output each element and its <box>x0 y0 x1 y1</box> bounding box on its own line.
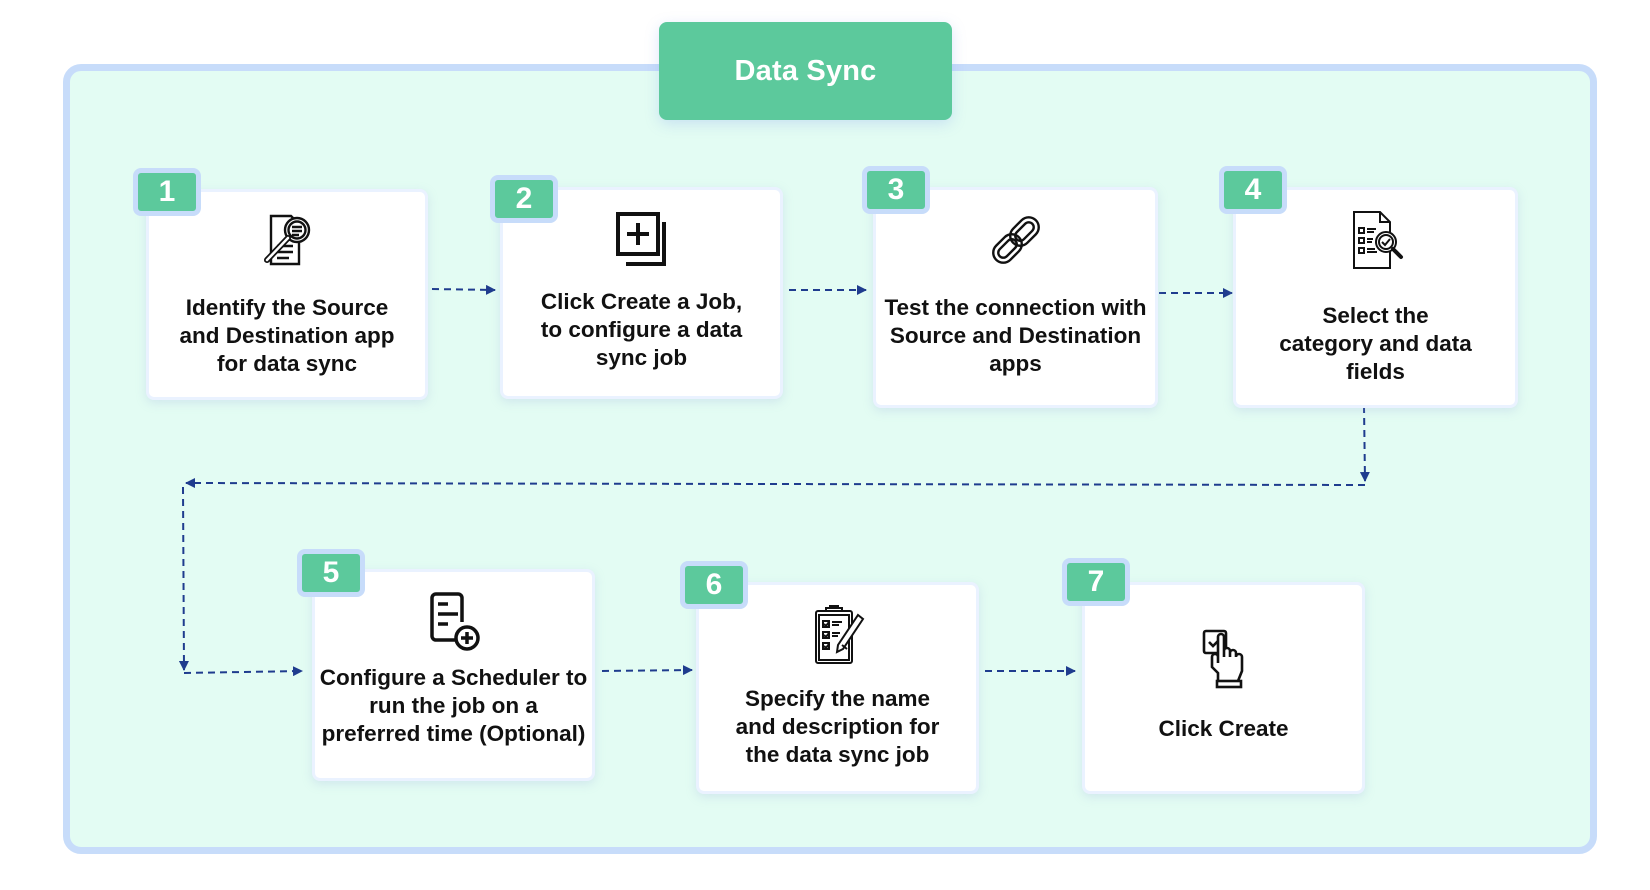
step-number: 2 <box>515 182 533 215</box>
arrow-step-5-to-6 <box>601 665 693 676</box>
step-label: Click Create a Job, to configure a data … <box>540 289 743 370</box>
arrow-left-down <box>178 486 189 671</box>
step-label: Click Create <box>1158 716 1289 741</box>
checklist-search-icon <box>1352 211 1403 269</box>
step-card-4: Select the category and data fields <box>1233 187 1518 408</box>
add-copy-icon <box>615 212 666 266</box>
arrow-step-4-down <box>1359 405 1370 482</box>
document-add-icon <box>429 592 480 651</box>
arrow-to-step-5 <box>183 666 303 677</box>
step-card-3: Test the connection with Source and Dest… <box>873 187 1158 408</box>
step-label: Test the connection with Source and Dest… <box>884 295 1147 376</box>
step-badge-3: 3 <box>862 166 930 214</box>
step-label: Configure a Scheduler to run the job on … <box>319 665 588 746</box>
step-badge-4: 4 <box>1219 166 1287 214</box>
arrow-step-1-to-2 <box>431 284 496 295</box>
step-label: Specify the name and description for the… <box>735 686 940 767</box>
step-label: Select the category and data fields <box>1279 303 1472 384</box>
document-search-icon <box>264 214 311 266</box>
step-badge-1: 1 <box>133 168 201 216</box>
step-number: 6 <box>705 568 723 601</box>
step-card-6: Specify the name and description for the… <box>696 582 979 794</box>
link-chain-icon <box>991 216 1040 264</box>
step-number: 1 <box>158 175 176 208</box>
step-card-5: Configure a Scheduler to run the job on … <box>312 569 595 781</box>
step-badge-7: 7 <box>1062 558 1130 606</box>
step-label: Identify the Source and Destination app … <box>179 295 395 376</box>
step-number: 3 <box>887 173 905 206</box>
diagram-title-text: Data Sync <box>734 54 877 87</box>
diagram-title: Data Sync <box>659 22 952 120</box>
step-badge-6: 6 <box>680 561 748 609</box>
step-number: 7 <box>1087 565 1105 598</box>
arrow-step-4-to-left <box>185 478 1366 489</box>
step-number: 4 <box>1244 173 1262 206</box>
step-number: 5 <box>322 556 340 589</box>
click-checkbox-icon <box>1202 629 1243 689</box>
step-badge-5: 5 <box>297 549 365 597</box>
step-badge-2: 2 <box>490 175 558 223</box>
step-card-1: Identify the Source and Destination app … <box>146 189 428 400</box>
clipboard-pencil-icon <box>814 605 864 664</box>
step-card-7: Click Create <box>1082 582 1365 794</box>
